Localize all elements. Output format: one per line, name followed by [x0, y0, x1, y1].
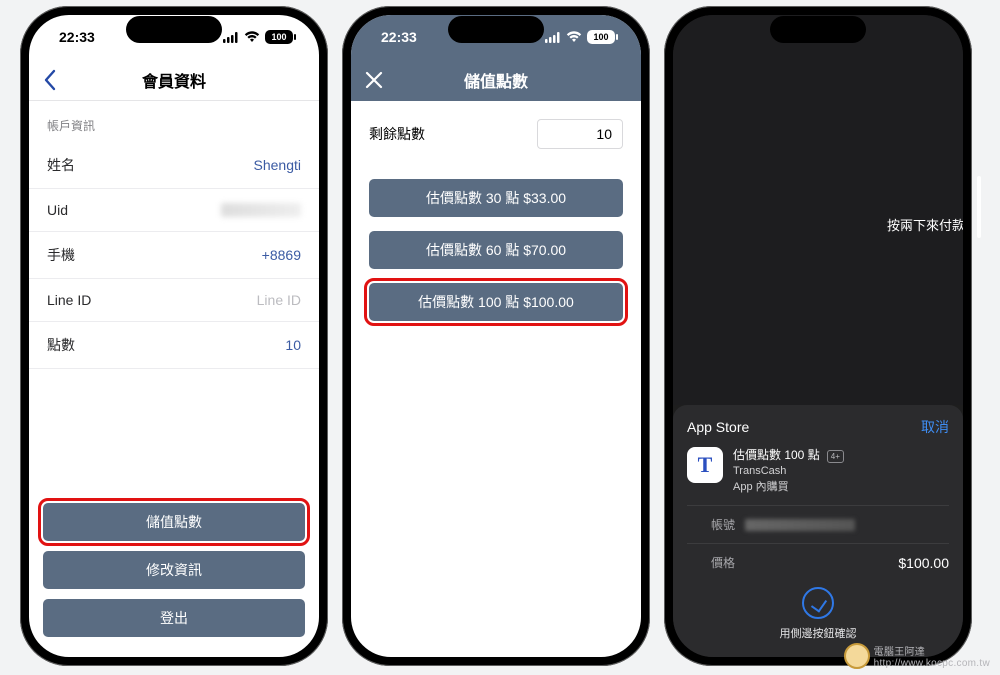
wifi-icon: [244, 31, 260, 43]
account-row: 帳號: [687, 505, 949, 543]
row-name: 姓名 Shengti: [29, 142, 319, 189]
account-value-redacted: [745, 519, 855, 531]
row-uid: Uid: [29, 189, 319, 232]
row-label: 點數: [47, 335, 75, 355]
navbar: 會員資料: [29, 59, 319, 101]
price-label: 價格: [687, 554, 735, 571]
row-lineid: Line ID Line ID: [29, 279, 319, 322]
remaining-points-label: 剩餘點數: [369, 124, 425, 144]
payment-sheet: App Store 取消 T 估價點數 100 點 4+ TransCash A…: [673, 405, 963, 657]
logout-button[interactable]: 登出: [43, 599, 305, 637]
row-label: Uid: [47, 202, 68, 218]
cancel-button[interactable]: 取消: [921, 417, 949, 437]
row-label: 手機: [47, 245, 75, 265]
side-button-icon: [802, 587, 834, 619]
watermark: 電腦王阿達 http://www.kocpc.com.tw: [844, 643, 990, 669]
product-row: T 估價點數 100 點 4+ TransCash App 內購買: [687, 447, 949, 495]
close-button[interactable]: [365, 59, 383, 101]
wifi-icon: [566, 31, 582, 43]
topup-option-30[interactable]: 估價點數 30 點 $33.00: [369, 179, 623, 217]
confirm-hint: 用側邊按鈕確認: [780, 625, 857, 641]
phone-member-profile: 22:33 100 會員資料: [20, 6, 328, 666]
watermark-text: 電腦王阿達: [874, 647, 926, 658]
back-button[interactable]: [43, 59, 57, 100]
row-value: 10: [285, 337, 301, 353]
phone-topup: 22:33 100 儲值點數: [342, 6, 650, 666]
price-row: 價格 $100.00: [687, 543, 949, 581]
product-sub: App 內購買: [733, 480, 844, 495]
account-label: 帳號: [687, 516, 735, 533]
row-label: Line ID: [47, 292, 91, 308]
price-value: $100.00: [898, 555, 949, 571]
battery-icon: 100: [587, 30, 615, 44]
topup-button[interactable]: 儲值點數: [43, 503, 305, 541]
side-button-indicator: [977, 176, 981, 238]
remaining-points-value: 10: [537, 119, 623, 149]
row-value: Shengti: [254, 157, 301, 173]
remaining-points-row: 剩餘點數 10: [369, 119, 623, 149]
topup-option-60[interactable]: 估價點數 60 點 $70.00: [369, 231, 623, 269]
signal-icon: [223, 32, 239, 43]
store-label: App Store: [687, 419, 749, 435]
age-badge: 4+: [827, 450, 844, 463]
dynamic-island: [126, 16, 222, 43]
topup-option-100[interactable]: 估價點數 100 點 $100.00: [369, 283, 623, 321]
row-mobile: 手機 +8869: [29, 232, 319, 279]
section-header: 帳戶資訊: [29, 101, 319, 142]
confirm-area: 用側邊按鈕確認: [687, 581, 949, 641]
phone-apple-pay: 按兩下來付款 App Store 取消 T 估價點數 100 點 4+ Tran…: [664, 6, 972, 666]
dynamic-island: [770, 16, 866, 43]
status-time: 22:33: [381, 29, 417, 45]
side-button-hint: 按兩下來付款: [845, 215, 963, 234]
product-title: 估價點數 100 點: [733, 448, 820, 462]
watermark-mascot-icon: [844, 643, 870, 669]
edit-info-button[interactable]: 修改資訊: [43, 551, 305, 589]
navbar: 儲值點數: [351, 59, 641, 101]
watermark-url: http://www.kocpc.com.tw: [874, 658, 990, 669]
status-time: 22:33: [59, 29, 95, 45]
row-value: +8869: [262, 247, 301, 263]
app-icon: T: [687, 447, 723, 483]
page-title: 儲值點數: [464, 68, 528, 92]
row-label: 姓名: [47, 155, 75, 175]
signal-icon: [545, 32, 561, 43]
row-value-redacted: [221, 203, 301, 217]
dynamic-island: [448, 16, 544, 43]
page-title: 會員資料: [142, 68, 206, 92]
battery-icon: 100: [265, 30, 293, 44]
product-app-name: TransCash: [733, 464, 844, 479]
row-points: 點數 10: [29, 322, 319, 369]
row-value-placeholder: Line ID: [257, 292, 301, 308]
